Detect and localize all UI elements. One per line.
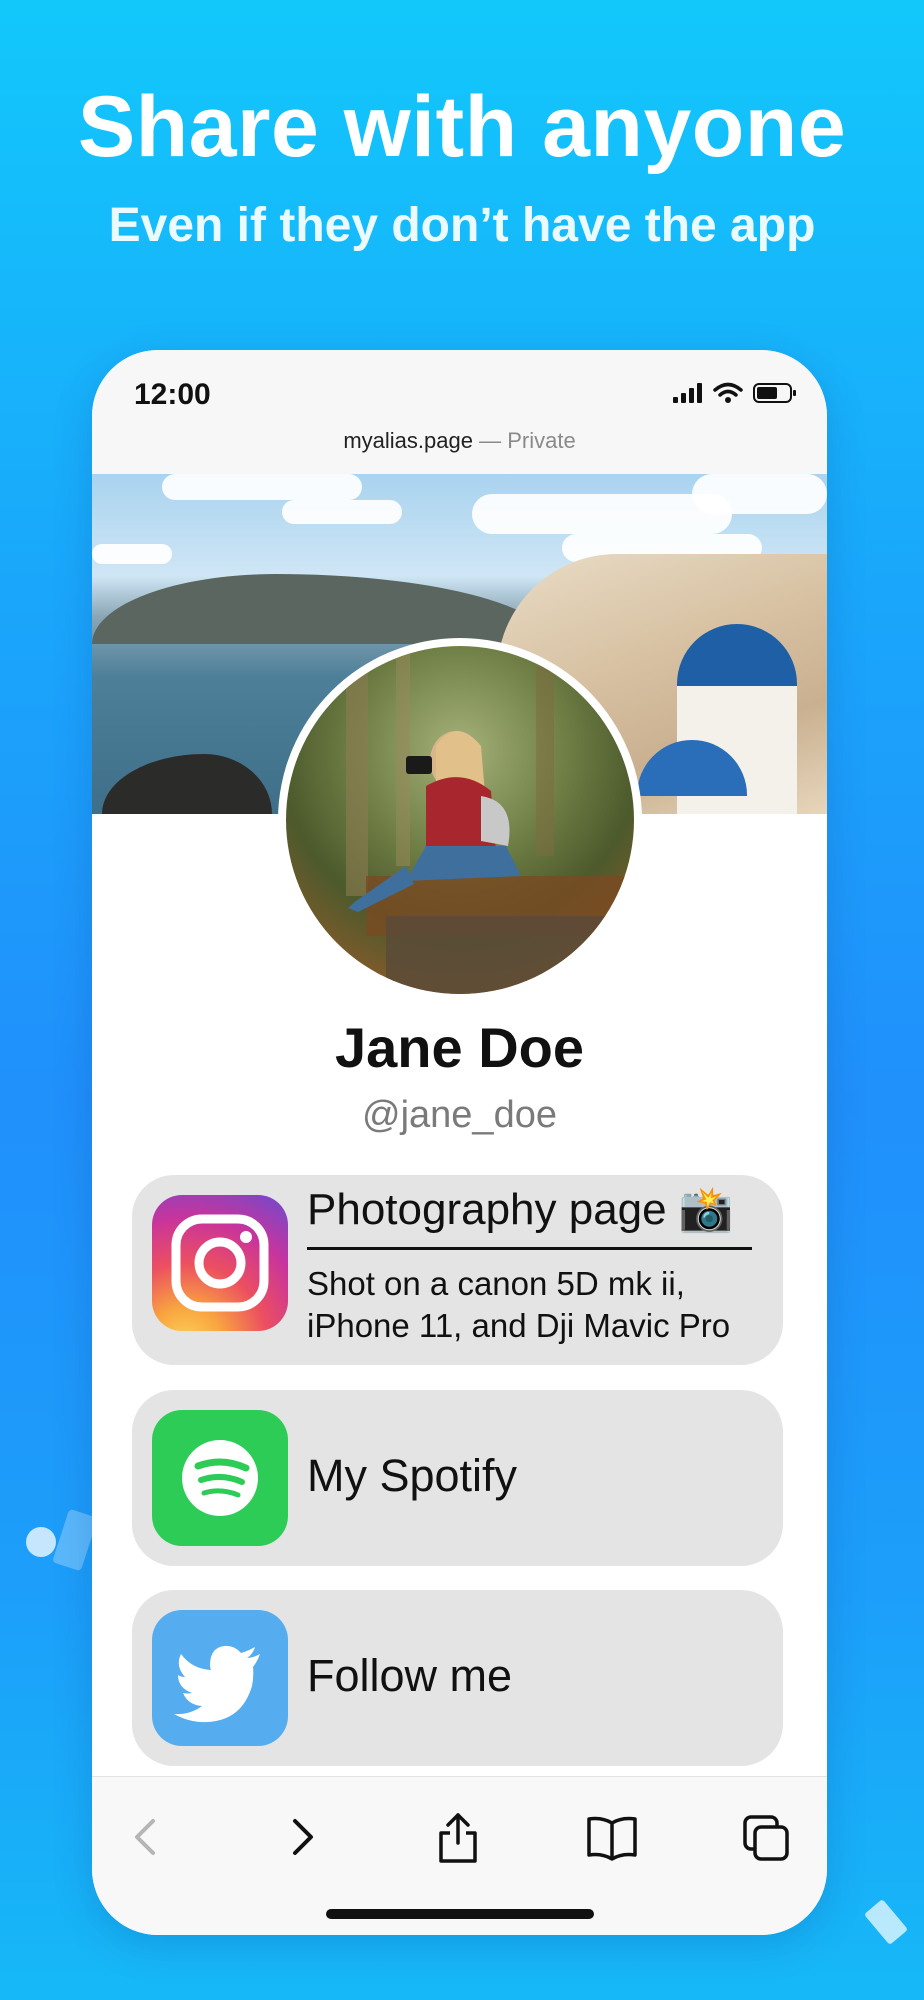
system-icons bbox=[673, 382, 797, 409]
signal-icon bbox=[673, 383, 703, 408]
link-label: Follow me bbox=[307, 1650, 513, 1701]
twitter-icon bbox=[152, 1610, 288, 1746]
status-time: 12:00 bbox=[134, 378, 211, 411]
link-description: Shot on a canon 5D mk ii, iPhone 11, and… bbox=[307, 1265, 731, 1344]
address-bar[interactable]: myalias.page — Private bbox=[92, 428, 827, 454]
divider bbox=[307, 1247, 752, 1250]
bookmarks-icon[interactable] bbox=[582, 1807, 642, 1867]
promo-headline: Share with anyone bbox=[77, 79, 847, 175]
back-icon[interactable] bbox=[116, 1807, 176, 1867]
confetti-shape bbox=[863, 1898, 909, 1946]
forward-icon[interactable] bbox=[272, 1807, 332, 1867]
status-bar: 12:00 myalias.page — Private bbox=[92, 350, 827, 474]
wifi-icon bbox=[713, 382, 743, 409]
battery-icon bbox=[753, 382, 797, 409]
spotify-icon bbox=[152, 1410, 288, 1546]
phone-mockup: 12:00 myalias.page — Private Jane Doe @j… bbox=[92, 350, 827, 1935]
browsing-mode: Private bbox=[507, 428, 576, 453]
url-text: myalias.page bbox=[343, 428, 473, 453]
url-separator: — bbox=[479, 428, 502, 453]
profile-name: Jane Doe bbox=[335, 1016, 584, 1079]
share-icon[interactable] bbox=[428, 1807, 488, 1867]
link-card-spotify[interactable]: My Spotify bbox=[132, 1390, 783, 1566]
link-label: My Spotify bbox=[307, 1450, 518, 1501]
home-indicator bbox=[326, 1909, 594, 1919]
instagram-icon bbox=[152, 1195, 288, 1331]
link-card-twitter[interactable]: Follow me bbox=[132, 1590, 783, 1766]
link-card-photography[interactable]: Photography page 📸 Shot on a canon 5D mk… bbox=[132, 1175, 783, 1365]
link-title: Photography page 📸 bbox=[307, 1185, 734, 1234]
confetti-dot bbox=[26, 1527, 56, 1557]
avatar bbox=[286, 646, 634, 994]
promo-subheadline: Even if they don’t have the app bbox=[108, 199, 816, 252]
tabs-icon[interactable] bbox=[737, 1807, 797, 1867]
profile-handle: @jane_doe bbox=[362, 1094, 557, 1136]
